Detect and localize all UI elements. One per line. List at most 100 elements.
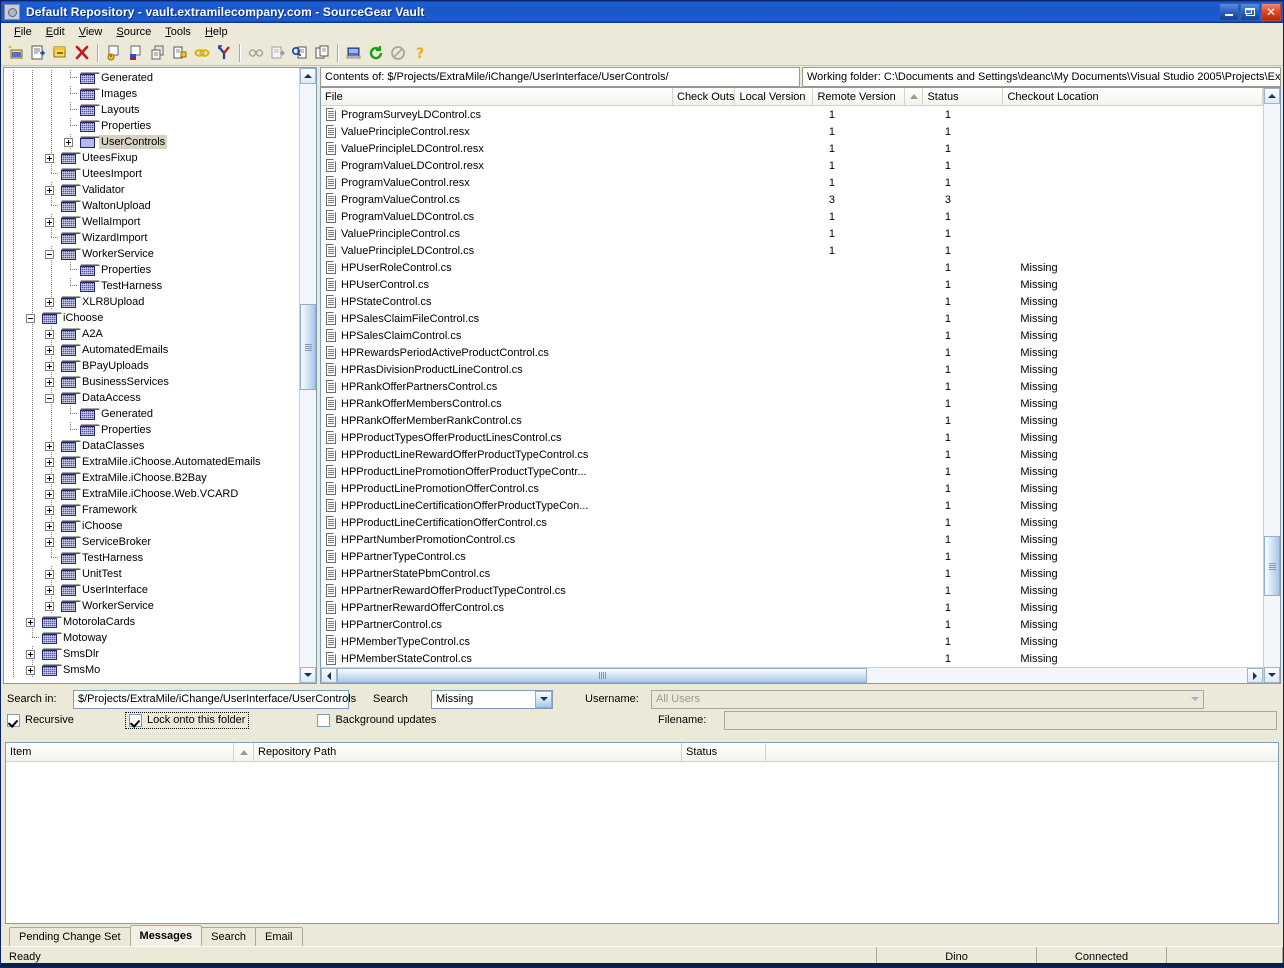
tree-expand-icon[interactable]: [42, 534, 61, 550]
tree-item-properties[interactable]: Properties: [4, 422, 299, 438]
table-row[interactable]: HPUserControl.cs 1 Missing: [321, 276, 1263, 293]
tree-expand-icon[interactable]: [42, 454, 61, 470]
table-row[interactable]: HPUserRoleControl.cs 1 Missing: [321, 259, 1263, 276]
checkin-icon[interactable]: [49, 42, 71, 64]
username-chevron-down-icon[interactable]: [1186, 691, 1203, 708]
tree-vertical-scrollbar[interactable]: [299, 68, 316, 683]
table-row[interactable]: HPRankOfferMemberRankControl.cs 1 Missing: [321, 412, 1263, 429]
column-header-status[interactable]: Status: [923, 88, 1004, 105]
results-column-status[interactable]: Status: [682, 743, 766, 761]
tree-item-extramile-ichoose-automatedemails[interactable]: ExtraMile.iChoose.AutomatedEmails: [4, 454, 299, 470]
tab-pending-change-set[interactable]: Pending Change Set: [9, 927, 131, 946]
table-row[interactable]: HPProductLinePromotionOfferControl.cs 1 Mi…: [321, 480, 1263, 497]
background-updates-checkbox-box[interactable]: [317, 713, 331, 727]
tree-item-automatedemails[interactable]: AutomatedEmails: [4, 342, 299, 358]
table-row[interactable]: HPRewardsPeriodActiveProductControl.cs 1 M…: [321, 344, 1263, 361]
link-icon[interactable]: [191, 42, 213, 64]
tree-item-ichoose[interactable]: iChoose: [4, 310, 299, 326]
tree-scroll-up-button[interactable]: [300, 68, 316, 84]
hscroll-track[interactable]: [337, 668, 1247, 683]
tree-item-testharness[interactable]: TestHarness: [4, 278, 299, 294]
tree-item-wizardimport[interactable]: WizardImport: [4, 230, 299, 246]
tree-item-usercontrols[interactable]: UserControls: [4, 134, 299, 150]
search-in-input[interactable]: $/Projects/ExtraMile/iChange/UserInterfa…: [73, 689, 356, 709]
tree-item-smsmo[interactable]: SmsMo: [4, 662, 299, 678]
tab-search[interactable]: Search: [201, 927, 256, 946]
tree-item-extramile-ichoose-b2bay[interactable]: ExtraMile.iChoose.B2Bay: [4, 470, 299, 486]
column-header-local-version[interactable]: Local Version: [735, 88, 814, 105]
properties-icon[interactable]: [343, 42, 365, 64]
tree-item-xlr8upload[interactable]: XLR8Upload: [4, 294, 299, 310]
cancel-icon[interactable]: [387, 42, 409, 64]
menu-source[interactable]: Source: [109, 25, 158, 39]
branch-icon[interactable]: [213, 42, 235, 64]
results-sort-indicator[interactable]: [234, 743, 254, 761]
tree-expand-icon[interactable]: [42, 374, 61, 390]
tree-expand-icon[interactable]: [42, 582, 61, 598]
table-row[interactable]: HPMemberStateControl.cs 1 Missing: [321, 650, 1263, 667]
tree-expand-icon[interactable]: [42, 470, 61, 486]
tree-item-bpayuploads[interactable]: BPayUploads: [4, 358, 299, 374]
tree-item-layouts[interactable]: Layouts: [4, 102, 299, 118]
tree-item-waltonupload[interactable]: WaltonUpload: [4, 198, 299, 214]
column-header-checkouts[interactable]: Check Outs: [673, 88, 736, 105]
column-header-remote-version[interactable]: Remote Version: [813, 88, 906, 105]
tree-item-framework[interactable]: Framework: [4, 502, 299, 518]
tree-item-generated[interactable]: Generated: [4, 406, 299, 422]
recursive-checkbox[interactable]: Recursive: [7, 713, 125, 727]
get-version-icon[interactable]: [169, 42, 191, 64]
lock-folder-checkbox-box[interactable]: [129, 713, 142, 727]
results-rows[interactable]: [6, 762, 1278, 923]
tree-item-dataclasses[interactable]: DataClasses: [4, 438, 299, 454]
menu-tools[interactable]: Tools: [158, 25, 198, 39]
column-header-sort-indicator[interactable]: [905, 88, 924, 105]
table-row[interactable]: HPMemberTypeControl.cs 1 Missing: [321, 633, 1263, 650]
tree-expand-icon[interactable]: [42, 150, 61, 166]
tree-expand-icon[interactable]: [42, 566, 61, 582]
column-header-checkout-location[interactable]: Checkout Location: [1003, 88, 1263, 105]
history-icon[interactable]: [289, 42, 311, 64]
tree-item-uteesfixup[interactable]: UteesFixup: [4, 150, 299, 166]
minimize-button[interactable]: [1219, 3, 1239, 21]
repository-tree[interactable]: Generated Images Layouts Properties UserCont…: [4, 68, 299, 683]
table-row[interactable]: ProgramValueControl.resx 1 1: [321, 174, 1263, 191]
tree-expand-icon[interactable]: [42, 214, 61, 230]
table-row[interactable]: HPProductLineCertificationOfferControl.c…: [321, 514, 1263, 531]
column-header-file[interactable]: File: [321, 88, 673, 105]
tree-item-wellaimport[interactable]: WellaImport: [4, 214, 299, 230]
tree-scroll-down-button[interactable]: [300, 667, 316, 683]
background-updates-checkbox[interactable]: Background updates: [317, 713, 436, 727]
tree-item-servicebroker[interactable]: ServiceBroker: [4, 534, 299, 550]
table-row[interactable]: HPProductLineRewardOfferProductTypeContr…: [321, 446, 1263, 463]
file-list-horizontal-scrollbar[interactable]: [321, 667, 1263, 683]
tree-item-unittest[interactable]: UnitTest: [4, 566, 299, 582]
tree-item-motoway[interactable]: Motoway: [4, 630, 299, 646]
hscroll-thumb[interactable]: [337, 668, 867, 683]
tree-item-smsdlr[interactable]: SmsDlr: [4, 646, 299, 662]
tree-expand-icon[interactable]: [23, 662, 42, 678]
tree-expand-icon[interactable]: [42, 358, 61, 374]
tree-expand-icon[interactable]: [42, 598, 61, 614]
table-row[interactable]: ValuePrincipleControl.resx 1 1: [321, 123, 1263, 140]
tree-expand-icon[interactable]: [23, 614, 42, 630]
tree-collapse-icon[interactable]: [42, 246, 61, 262]
table-row[interactable]: ValuePrincipleLDControl.resx 1 1: [321, 140, 1263, 157]
tree-item-properties[interactable]: Properties: [4, 262, 299, 278]
tab-email[interactable]: Email: [254, 927, 303, 946]
tree-item-ichoose[interactable]: iChoose: [4, 518, 299, 534]
close-button[interactable]: ✕: [1261, 3, 1281, 21]
table-row[interactable]: HPPartnerControl.cs 1 Missing: [321, 616, 1263, 633]
get-latest-icon[interactable]: [147, 42, 169, 64]
tree-expand-icon[interactable]: [42, 326, 61, 342]
hscroll-right-button[interactable]: [1247, 668, 1263, 683]
table-row[interactable]: HPRankOfferPartnersControl.cs 1 Missing: [321, 378, 1263, 395]
table-row[interactable]: HPPartNumberPromotionControl.cs 1 Missing: [321, 531, 1263, 548]
file-list-rows[interactable]: ProgramSurveyLDControl.cs 1 1 ValuePrincipl…: [321, 106, 1263, 667]
tree-item-testharness[interactable]: TestHarness: [4, 550, 299, 566]
tree-scroll-thumb[interactable]: [300, 304, 316, 390]
tree-item-validator[interactable]: Validator: [4, 182, 299, 198]
menu-help[interactable]: Help: [198, 25, 235, 39]
lock-folder-checkbox[interactable]: Lock onto this folder: [125, 711, 250, 729]
tree-item-workerservice[interactable]: WorkerService: [4, 598, 299, 614]
tree-scroll-track[interactable]: [300, 84, 316, 667]
